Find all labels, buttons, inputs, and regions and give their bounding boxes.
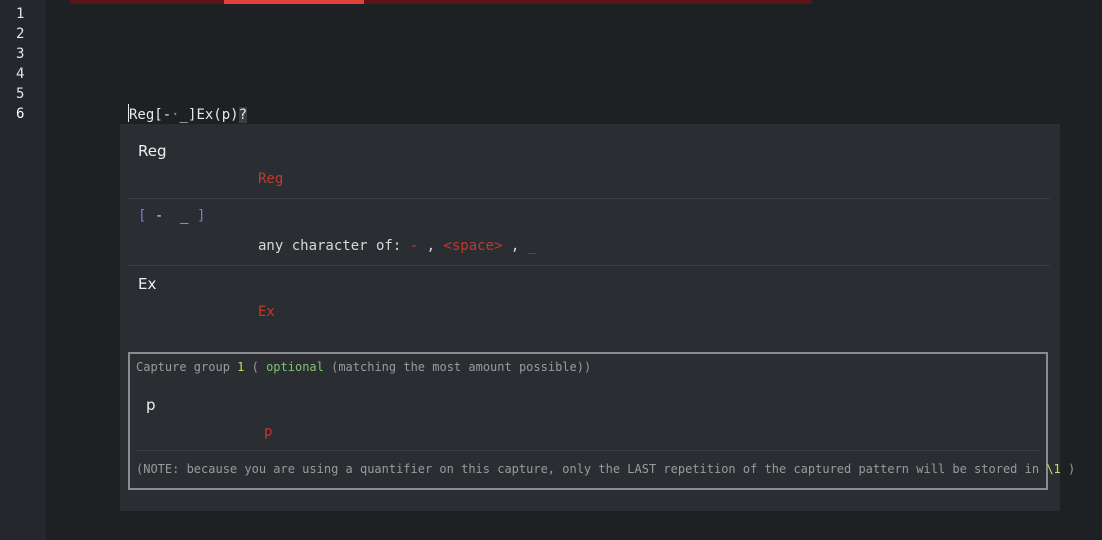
line-number: 1 (16, 6, 25, 22)
separator: , (418, 238, 444, 254)
line-number-current: 6 (16, 106, 25, 122)
line-number: 4 (16, 66, 25, 82)
note-text: ) (1060, 462, 1076, 476)
char-class-title: [ - _ ] (138, 208, 205, 224)
space-marker: · (171, 107, 180, 123)
code-text: Reg[- (129, 107, 172, 123)
group-char-detail: p (264, 424, 273, 440)
detail-prefix: any character of: (258, 238, 410, 254)
divider (136, 450, 1040, 451)
paren: ( (244, 360, 267, 374)
capture-group-header: Capture group 1 ( optional (matching the… (136, 360, 591, 374)
capture-group-box: Capture group 1 ( optional (matching the… (128, 352, 1075, 490)
line-number: 5 (16, 86, 25, 102)
line-number-gutter: 1 2 3 4 5 6 (0, 0, 46, 540)
class-char: _ (180, 208, 189, 224)
code-text: _]Ex(p) (179, 107, 239, 123)
class-item: <space> (443, 238, 503, 254)
char-class-detail: any character of: - , <space> , _ (258, 238, 536, 254)
group-label: Capture group (136, 360, 238, 374)
class-char: - (146, 208, 172, 224)
backreference: \1 (1046, 462, 1061, 476)
section-detail: Reg (258, 171, 284, 187)
match-highlight-active (224, 0, 364, 4)
divider (128, 198, 1050, 199)
section-detail: Ex (258, 304, 275, 320)
bracket-close: ] (188, 208, 206, 224)
note-text: (NOTE: because you are using a quantifie… (136, 462, 1047, 476)
group-char: p (146, 396, 156, 414)
class-item: _ (527, 238, 537, 254)
section-title: Ex (138, 275, 157, 293)
class-item: - (409, 238, 419, 254)
line-number: 3 (16, 46, 25, 62)
regex-code-line[interactable]: Reg[-·_]Ex(p)? (128, 104, 248, 124)
capture-note: (NOTE: because you are using a quantifie… (136, 462, 1075, 476)
section-title: Reg (138, 142, 167, 160)
quantifier-highlight: ? (238, 107, 248, 123)
optional-tag: optional (266, 360, 324, 374)
separator: , (502, 238, 528, 254)
match-highlight-bar (70, 0, 812, 4)
group-suffix: (matching the most amount possible)) (323, 360, 592, 374)
divider (128, 265, 1050, 266)
regex-explanation-popup: Reg Reg [ - _ ] any character of: - , <s… (120, 124, 1075, 511)
line-number: 2 (16, 26, 25, 42)
